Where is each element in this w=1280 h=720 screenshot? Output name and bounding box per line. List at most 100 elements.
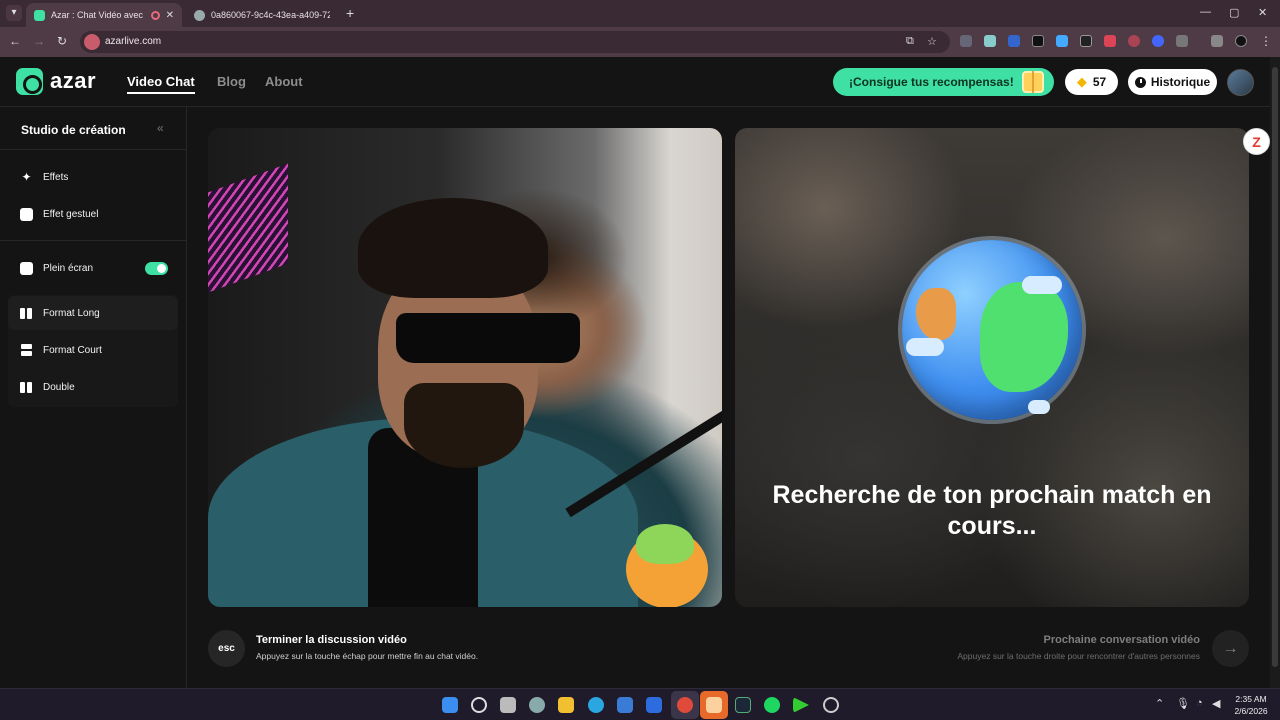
tab-title: 0a860067-9c4c-43ea-a409-721	[211, 10, 330, 20]
bookmark-star-icon[interactable]: ☆	[927, 35, 937, 48]
wifi-icon[interactable]: ◔	[1196, 697, 1203, 709]
globe-favicon-icon	[194, 9, 205, 21]
app-icon[interactable]	[823, 697, 839, 713]
tab-close-button[interactable]: ✕	[166, 10, 174, 21]
extension-icon[interactable]	[1152, 35, 1164, 47]
minimize-button[interactable]: —	[1200, 6, 1211, 18]
next-chat-hint: Appuyez sur la touche droite pour rencon…	[957, 651, 1200, 661]
azar-logo-icon[interactable]	[16, 68, 43, 95]
azar-app: azar Video Chat Blog About ¡Consigue tus…	[0, 57, 1280, 688]
end-chat-hint: Appuyez sur la touche échap pour mettre …	[256, 651, 479, 661]
download-icon[interactable]	[1080, 35, 1092, 47]
volume-icon[interactable]: ◀	[1212, 697, 1220, 710]
end-chat-title[interactable]: Terminer la discussion vidéo	[256, 634, 407, 646]
install-app-icon[interactable]: ⧉	[906, 35, 914, 48]
sidebar-item-gesture-effect[interactable]: Effet gestuel	[8, 197, 178, 231]
browser-tab-uuid[interactable]: 0a860067-9c4c-43ea-a409-721	[186, 3, 338, 27]
forward-icon[interactable]: →	[33, 34, 45, 48]
searching-match-status: Recherche de ton prochain match en cours…	[772, 481, 1212, 540]
esc-key-button[interactable]: esc	[208, 630, 245, 667]
sidebar-title: Studio de création	[21, 123, 126, 137]
extension-icon[interactable]	[1032, 35, 1044, 47]
person-hair	[358, 198, 548, 298]
sidebar-item-effects[interactable]: ✦ Effets	[8, 160, 178, 194]
split-vertical-icon	[20, 307, 33, 320]
steam-icon[interactable]	[735, 697, 751, 713]
sidebar-item-format-long[interactable]: Format Long	[8, 296, 178, 330]
browser-toolbar: ← → ↻ azarlive.com ⧉ ☆ ⋮	[0, 27, 1280, 57]
sidebar-item-format-short[interactable]: Format Court	[8, 333, 178, 367]
split-horizontal-icon	[20, 343, 33, 357]
globe-land	[980, 282, 1068, 392]
creation-studio-sidebar: Studio de création « ✦ Effets Effet gest…	[0, 107, 187, 688]
avatar[interactable]	[1227, 69, 1254, 96]
fullscreen-toggle[interactable]	[145, 262, 168, 275]
spotify-icon[interactable]	[764, 697, 780, 713]
nav-about[interactable]: About	[265, 74, 303, 89]
tab-title: Azar : Chat Vidéo avec de n	[51, 10, 145, 20]
new-tab-button[interactable]: +	[346, 5, 354, 21]
next-chat-title[interactable]: Prochaine conversation vidéo	[1044, 634, 1201, 646]
recording-indicator-icon	[150, 10, 160, 20]
store-icon[interactable]	[617, 697, 633, 713]
system-clock[interactable]: 2:35 AM 2/6/2026	[1228, 693, 1274, 717]
edge-browser-icon[interactable]	[588, 697, 604, 713]
browser-menu-icon[interactable]: ⋮	[1260, 34, 1272, 48]
app-icon[interactable]	[706, 697, 722, 713]
azar-logo-text[interactable]: azar	[50, 68, 96, 94]
search-icon[interactable]	[471, 697, 487, 713]
window-close-button[interactable]: ✕	[1258, 6, 1267, 19]
globe-icon	[902, 240, 1082, 420]
smile-icon	[20, 207, 33, 221]
chrome-icon[interactable]	[677, 697, 693, 713]
settings-gear-icon[interactable]	[529, 697, 545, 713]
url-text[interactable]: azarlive.com	[105, 36, 161, 47]
maximize-button[interactable]: ▢	[1229, 6, 1239, 19]
gem-balance-button[interactable]: ◆ 57	[1065, 69, 1118, 95]
mail-icon[interactable]	[646, 697, 662, 713]
rewards-button[interactable]: ¡Consigue tus recompensas!	[833, 68, 1054, 96]
history-button[interactable]: Historique	[1128, 69, 1217, 95]
address-bar[interactable]: azarlive.com ⧉ ☆	[80, 31, 950, 53]
extension-icon[interactable]	[1008, 35, 1020, 47]
clock-icon	[1134, 76, 1146, 88]
tab-search-menu-button[interactable]: ▾	[6, 5, 22, 21]
site-info-icon[interactable]	[84, 34, 100, 50]
extension-icon[interactable]	[960, 35, 972, 47]
microphone-icon[interactable]: 🎙	[1176, 697, 1190, 710]
gift-icon	[1022, 71, 1044, 93]
collapse-sidebar-icon[interactable]: «	[157, 121, 164, 135]
reading-list-icon[interactable]	[1211, 35, 1223, 47]
clock-date: 2/6/2026	[1234, 706, 1268, 716]
extension-icon[interactable]	[984, 35, 996, 47]
file-explorer-icon[interactable]	[558, 697, 574, 713]
sidebar-item-label: Plein écran	[43, 262, 94, 274]
task-view-icon[interactable]	[500, 697, 516, 713]
page-scrollbar[interactable]	[1270, 57, 1280, 688]
azar-mascot-badge-icon[interactable]: Z	[1243, 128, 1270, 155]
mascot-sticker	[626, 524, 708, 607]
extension-icon[interactable]	[1104, 35, 1116, 47]
person-beard	[404, 383, 524, 468]
nav-blog[interactable]: Blog	[217, 74, 246, 89]
azar-favicon-icon	[34, 9, 45, 21]
profile-icon[interactable]	[1235, 35, 1247, 47]
browser-tab-strip: ▾ Azar : Chat Vidéo avec de n ✕ 0a860067…	[0, 0, 1280, 27]
start-menu-icon[interactable]	[442, 697, 458, 713]
extension-icon[interactable]	[1056, 35, 1068, 47]
play-icon[interactable]	[793, 697, 809, 713]
next-arrow-button[interactable]: →	[1212, 630, 1249, 667]
windows-taskbar: ⌃ 🎙 ◔ ◀ 2:35 AM 2/6/2026	[0, 688, 1280, 720]
self-video-feed	[208, 128, 722, 607]
extensions-puzzle-icon[interactable]	[1176, 35, 1188, 47]
browser-tab-azar[interactable]: Azar : Chat Vidéo avec de n ✕	[26, 3, 182, 27]
person-sunglasses	[396, 313, 580, 363]
sidebar-item-label: Effets	[43, 171, 69, 183]
history-label: Historique	[1150, 75, 1211, 89]
tray-chevron-icon[interactable]: ⌃	[1155, 697, 1164, 710]
reload-icon[interactable]: ↻	[57, 34, 67, 48]
extension-icon[interactable]	[1128, 35, 1140, 47]
back-icon[interactable]: ←	[9, 34, 21, 48]
sidebar-item-double[interactable]: Double	[8, 370, 178, 404]
nav-video-chat[interactable]: Video Chat	[127, 74, 195, 94]
